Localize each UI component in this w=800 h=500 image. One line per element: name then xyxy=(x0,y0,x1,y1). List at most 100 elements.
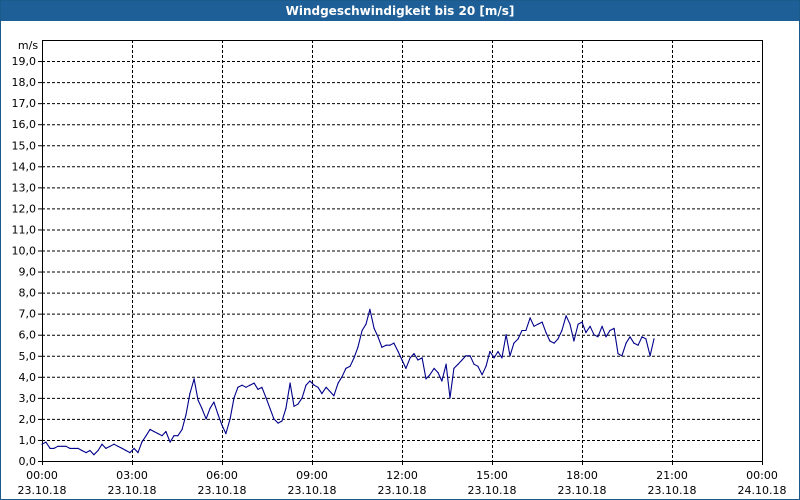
data-point xyxy=(353,357,355,359)
data-point xyxy=(533,325,535,327)
y-tick-label: 10,0 xyxy=(12,245,37,258)
y-tick-label: 15,0 xyxy=(12,139,37,152)
x-tick-date: 23.10.18 xyxy=(468,484,517,497)
data-point xyxy=(585,332,587,334)
data-point xyxy=(277,422,279,424)
data-point xyxy=(377,336,379,338)
data-point xyxy=(389,344,391,346)
data-point xyxy=(61,445,63,447)
data-point xyxy=(397,350,399,353)
data-point xyxy=(173,435,175,437)
data-point xyxy=(141,441,143,443)
data-point xyxy=(629,336,631,338)
data-point xyxy=(213,401,215,403)
data-point xyxy=(493,357,495,359)
data-point xyxy=(81,449,83,452)
data-point xyxy=(441,380,443,382)
data-point xyxy=(317,386,319,388)
data-point xyxy=(237,386,239,388)
data-point xyxy=(121,447,123,449)
data-point xyxy=(541,321,543,323)
y-tick-label: 12,0 xyxy=(12,202,37,215)
data-point xyxy=(357,346,359,348)
data-point xyxy=(49,447,51,449)
data-point xyxy=(481,374,483,376)
x-tick-date: 23.10.18 xyxy=(558,484,607,497)
data-point xyxy=(581,321,583,323)
data-point xyxy=(153,430,155,433)
data-point xyxy=(221,424,223,426)
data-point xyxy=(53,447,55,449)
y-tick-label: 4,0 xyxy=(19,371,37,384)
data-point xyxy=(117,445,119,447)
data-point xyxy=(597,336,599,338)
y-tick-label: 9,0 xyxy=(19,266,37,279)
data-point xyxy=(113,443,115,445)
data-point xyxy=(641,336,643,338)
y-tick-label: 5,0 xyxy=(19,350,37,363)
data-point xyxy=(461,359,463,361)
x-tick-date: 23.10.18 xyxy=(108,484,157,497)
data-point xyxy=(457,363,459,365)
data-point xyxy=(313,384,315,386)
data-point xyxy=(245,386,247,388)
data-point xyxy=(401,359,403,361)
data-point xyxy=(253,382,255,384)
x-tick-time: 00:00 xyxy=(746,469,778,482)
data-point xyxy=(209,407,211,409)
data-point xyxy=(653,338,655,340)
data-point xyxy=(557,338,559,340)
data-point xyxy=(93,454,95,456)
data-point xyxy=(393,342,395,344)
data-point xyxy=(137,452,139,454)
data-point xyxy=(181,428,183,430)
data-point xyxy=(149,428,151,430)
data-point xyxy=(561,329,563,332)
y-tick-label: 16,0 xyxy=(12,118,37,131)
data-point xyxy=(405,367,407,369)
data-point xyxy=(613,327,615,329)
data-point xyxy=(513,342,515,344)
data-point xyxy=(225,433,227,435)
data-point xyxy=(633,342,635,344)
y-tick-label: 1,0 xyxy=(19,434,37,447)
data-point xyxy=(525,329,527,332)
data-point xyxy=(265,397,267,399)
data-point xyxy=(645,338,647,340)
data-point xyxy=(489,350,491,353)
data-point xyxy=(433,367,435,369)
data-point xyxy=(569,323,571,325)
data-point xyxy=(473,363,475,365)
x-tick-time: 09:00 xyxy=(296,469,328,482)
data-point xyxy=(73,447,75,449)
y-tick-label: 17,0 xyxy=(12,97,37,110)
data-point xyxy=(65,445,67,447)
x-tick-time: 18:00 xyxy=(566,469,598,482)
data-point xyxy=(381,346,383,348)
data-point xyxy=(637,344,639,346)
data-point xyxy=(41,443,43,445)
data-point xyxy=(201,407,203,409)
data-point xyxy=(325,386,327,388)
data-point xyxy=(485,365,487,367)
data-point xyxy=(477,365,479,367)
data-point xyxy=(573,340,575,342)
data-point xyxy=(157,433,159,435)
data-point xyxy=(609,329,611,332)
data-point xyxy=(133,447,135,449)
data-point xyxy=(233,397,235,399)
data-point xyxy=(321,393,323,395)
data-point xyxy=(281,420,283,422)
data-point xyxy=(341,376,343,378)
y-axis-unit-label: m/s xyxy=(18,39,38,52)
data-point xyxy=(301,397,303,399)
data-point xyxy=(385,344,387,346)
y-tick-label: 2,0 xyxy=(19,413,37,426)
x-tick-time: 21:00 xyxy=(656,469,688,482)
data-point xyxy=(509,355,511,357)
data-point xyxy=(369,308,371,310)
data-point xyxy=(589,325,591,327)
data-point xyxy=(269,407,271,409)
data-point xyxy=(101,443,103,445)
data-point xyxy=(285,407,287,409)
